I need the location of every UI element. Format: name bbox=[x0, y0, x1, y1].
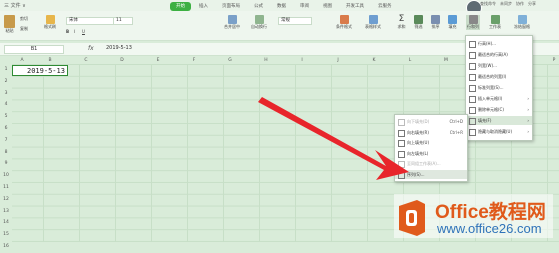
watermark-title: Office教程网 bbox=[435, 202, 546, 223]
row-header-16[interactable]: 16 bbox=[0, 241, 12, 253]
office-logo-icon bbox=[399, 200, 425, 236]
watermark-url: www.office26.com bbox=[437, 221, 542, 236]
